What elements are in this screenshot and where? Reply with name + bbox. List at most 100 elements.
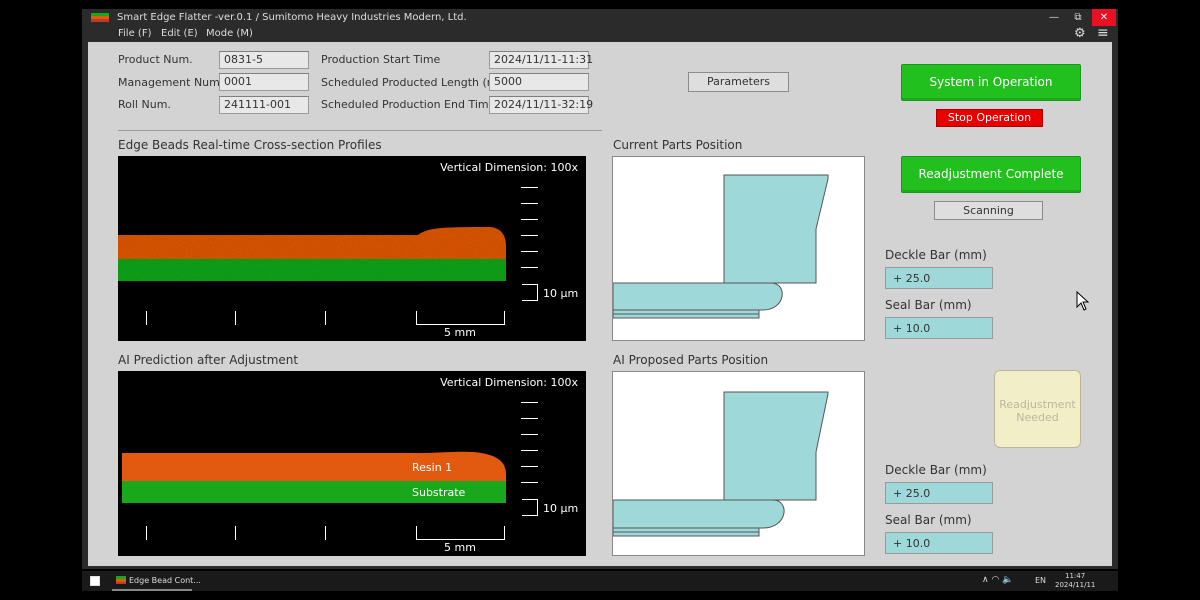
system-status-button[interactable]: System in Operation <box>901 64 1081 101</box>
system-tray-icons[interactable]: ∧ ◠ 🔈 <box>982 575 1013 585</box>
hamburger-menu-icon[interactable]: ≡ <box>1097 25 1109 41</box>
scale-tick <box>521 267 538 268</box>
proposed-seal-label: Seal Bar (mm) <box>885 513 972 527</box>
substrate-layer <box>118 259 506 281</box>
vertical-scale-bracket <box>522 499 538 516</box>
scale-tick <box>521 187 538 188</box>
scale-tick <box>521 418 538 419</box>
prediction-title: AI Prediction after Adjustment <box>118 353 299 367</box>
close-button[interactable]: ✕ <box>1092 9 1116 26</box>
roll-num-field: 241111-001 <box>219 96 309 114</box>
end-time-label: Scheduled Production End Time <box>321 98 496 111</box>
taskbar-app-button[interactable]: Edge Bead Cont... <box>112 571 201 591</box>
parameters-button[interactable]: Parameters <box>688 72 789 92</box>
header-divider <box>118 130 602 131</box>
title-bar: Smart Edge Flatter -ver.0.1 / Sumitomo H… <box>82 9 1118 26</box>
proposed-deckle-value: + 25.0 <box>885 482 993 504</box>
product-num-field: 0831-5 <box>219 51 309 69</box>
minimize-button[interactable]: — <box>1044 9 1064 26</box>
lip-plate-shape <box>613 531 760 537</box>
resin-layer <box>118 227 506 259</box>
current-deckle-value: + 25.0 <box>885 267 993 289</box>
stop-operation-button[interactable]: Stop Operation <box>936 109 1043 127</box>
vertical-scale-bracket <box>522 284 538 301</box>
scale-tick <box>521 203 538 204</box>
start-time-field: 2024/11/11-11:31 <box>489 51 593 69</box>
substrate-label: Substrate <box>412 486 466 499</box>
horizontal-tick <box>146 526 147 540</box>
menu-edit[interactable]: Edit (E) <box>161 28 198 39</box>
proposed-parts-diagram <box>612 371 865 556</box>
window-title: Smart Edge Flatter -ver.0.1 / Sumitomo H… <box>117 12 467 23</box>
current-seal-value: + 10.0 <box>885 317 993 339</box>
gear-icon[interactable]: ⚙ <box>1074 26 1086 41</box>
proposed-deckle-label: Deckle Bar (mm) <box>885 463 987 477</box>
current-parts-title: Current Parts Position <box>613 138 743 152</box>
scale-tick <box>521 466 538 467</box>
length-field: 5000 <box>489 73 589 91</box>
deckle-bar-shape <box>723 174 829 284</box>
app-logo-icon <box>116 576 126 584</box>
menu-file[interactable]: File (F) <box>118 28 151 39</box>
taskbar-app-label: Edge Bead Cont... <box>129 576 201 585</box>
horizontal-scale-label: 5 mm <box>444 326 476 339</box>
horizontal-scale-label: 5 mm <box>444 541 476 554</box>
prediction-profile-plot: Resin 1 Substrate Vertical Dimension: 10… <box>118 371 586 556</box>
start-time-label: Production Start Time <box>321 53 441 66</box>
realtime-title: Edge Beads Real-time Cross-section Profi… <box>118 138 382 152</box>
realtime-profile-graphic <box>118 227 506 281</box>
horizontal-tick <box>235 311 236 325</box>
vertical-dimension-label: Vertical Dimension: 100x <box>440 376 578 389</box>
product-num-label: Product Num. <box>118 53 193 66</box>
vertical-dimension-label: Vertical Dimension: 100x <box>440 161 578 174</box>
taskbar: Edge Bead Cont... ∧ ◠ 🔈 EN 11:47 2024/11… <box>82 571 1118 591</box>
scale-tick <box>521 434 538 435</box>
horizontal-tick <box>146 311 147 325</box>
roll-num-label: Roll Num. <box>118 98 171 111</box>
mouse-cursor-icon <box>1076 291 1090 311</box>
lip-plate-shape <box>613 313 760 319</box>
start-menu-icon[interactable] <box>90 576 100 586</box>
management-num-field: 0001 <box>219 73 309 91</box>
end-time-field: 2024/11/11-32:19 <box>489 96 593 114</box>
horizontal-scale-bracket <box>416 526 505 540</box>
lip-plate-shape <box>613 527 760 533</box>
horizontal-tick <box>325 311 326 325</box>
length-label: Scheduled Producted Length (m) <box>321 76 502 89</box>
vertical-scale-label: 10 µm <box>543 502 579 515</box>
readjustment-needed-button[interactable]: Readjustment Needed <box>994 370 1081 448</box>
management-num-label: Management Num. <box>118 76 224 89</box>
restore-button[interactable]: ⧉ <box>1068 9 1088 26</box>
readjustment-complete-button[interactable]: Readjustment Complete <box>901 156 1081 193</box>
scale-tick <box>521 402 538 403</box>
horizontal-tick <box>325 526 326 540</box>
seal-bar-shape <box>613 282 783 311</box>
scale-tick <box>521 482 538 483</box>
proposed-seal-value: + 10.0 <box>885 532 993 554</box>
proposed-parts-graphic <box>613 391 829 537</box>
scanning-status: Scanning <box>934 201 1043 220</box>
scale-tick <box>521 219 538 220</box>
resin-label: Resin 1 <box>412 461 453 474</box>
horizontal-scale-bracket <box>416 311 505 325</box>
app-logo-icon <box>91 13 109 22</box>
menu-bar: File (F) Edit (E) Mode (M) ⚙ ≡ <box>82 25 1118 42</box>
horizontal-tick <box>235 526 236 540</box>
proposed-parts-title: AI Proposed Parts Position <box>613 353 769 367</box>
clock-time[interactable]: 11:47 <box>1065 572 1085 580</box>
scale-tick <box>521 235 538 236</box>
current-seal-label: Seal Bar (mm) <box>885 298 972 312</box>
prediction-profile-graphic <box>122 451 506 503</box>
language-indicator[interactable]: EN <box>1035 576 1046 585</box>
clock-date[interactable]: 2024/11/11 <box>1055 581 1095 589</box>
scale-tick <box>521 450 538 451</box>
current-deckle-label: Deckle Bar (mm) <box>885 248 987 262</box>
realtime-profile-plot: Vertical Dimension: 100x 10 µm 5 mm <box>118 156 586 341</box>
app-window: Smart Edge Flatter -ver.0.1 / Sumitomo H… <box>82 9 1118 569</box>
scale-tick <box>521 251 538 252</box>
menu-mode[interactable]: Mode (M) <box>206 28 253 39</box>
seal-bar-shape <box>613 499 785 529</box>
current-parts-diagram <box>612 156 865 341</box>
main-panel: Product Num. 0831-5 Management Num. 0001… <box>88 42 1112 566</box>
deckle-bar-shape <box>723 391 829 501</box>
